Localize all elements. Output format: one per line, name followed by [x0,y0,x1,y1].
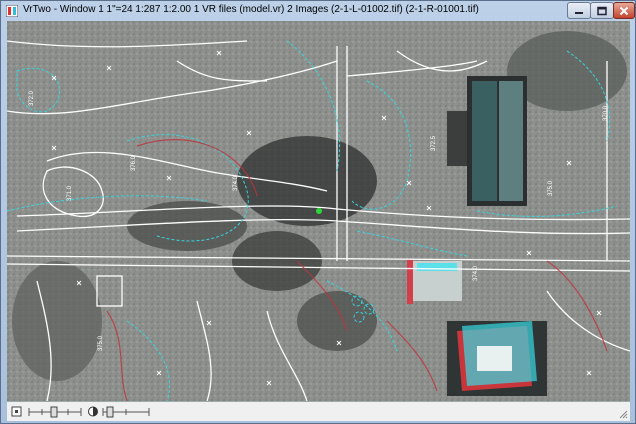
contour-label: 371.0 [67,185,73,201]
building-garage [407,259,462,304]
close-icon [619,6,629,15]
contour-label: 370.0 [603,105,609,121]
minimize-icon [575,11,583,14]
cursor-marker[interactable] [316,208,322,214]
window-title: VrTwo - Window 1 1"=24 1:287 1:2.00 1 VR… [23,4,479,15]
contour-label: 375.0 [548,180,554,196]
app-icon [6,5,18,17]
maximize-button[interactable] [590,2,614,19]
slider-icon[interactable] [50,406,58,418]
contour-label: 372.0 [29,90,35,106]
application-window: VrTwo - Window 1 1"=24 1:287 1:2.00 1 VR… [0,0,636,424]
contour-label: 375.0 [98,335,104,351]
close-button[interactable] [613,2,635,19]
brightness-slider[interactable] [101,405,151,418]
contrast-icon[interactable] [87,405,99,418]
contour-label: 374.0 [233,175,239,191]
stereo-image-viewport[interactable]: 372.0 376.0 371.0 374.0 372.5 375.0 370.… [7,21,630,401]
minimize-button[interactable] [567,2,591,19]
zoom-reset-button[interactable] [11,405,23,418]
contour-label: 374.0 [473,265,479,281]
anaglyph-map[interactable]: 372.0 376.0 371.0 374.0 372.5 375.0 370.… [7,21,630,401]
contour-label: 372.5 [431,135,437,151]
maximize-icon [597,6,607,15]
slider-icon[interactable] [106,406,114,418]
building-lower [447,321,547,396]
status-bar [7,401,630,421]
title-bar[interactable]: VrTwo - Window 1 1"=24 1:287 1:2.00 1 VR… [1,1,635,21]
contour-label: 376.0 [131,155,137,171]
resize-grip-icon[interactable] [618,409,628,419]
zoom-slider[interactable] [27,405,83,418]
